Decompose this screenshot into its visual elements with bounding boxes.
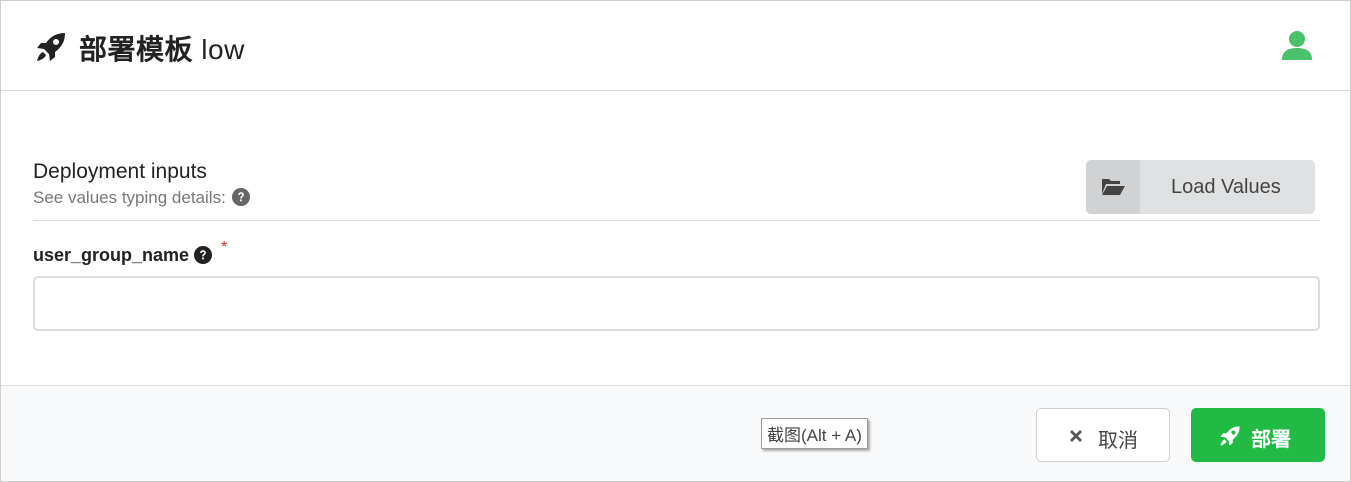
cancel-label: 取消 (1098, 430, 1138, 452)
close-icon (1070, 430, 1082, 442)
load-values-icon-area (1086, 160, 1140, 214)
required-marker: * (221, 239, 228, 256)
folder-open-icon (1102, 179, 1125, 195)
modal-header: 部署模板 low (1, 1, 1350, 91)
modal-footer: 截图(Alt + A) 取消 部署 (1, 385, 1350, 481)
load-values-label: Load Values (1171, 176, 1281, 198)
rocket-icon (1220, 426, 1240, 446)
screenshot-tooltip: 截图(Alt + A) (761, 418, 868, 449)
modal-title-text: 部署模板 (79, 34, 194, 65)
blueprint-name: low (201, 34, 245, 65)
section-subtitle: See values typing details: (33, 188, 250, 208)
section-title: Deployment inputs (33, 160, 207, 183)
user-icon[interactable] (1281, 29, 1313, 61)
question-circle-icon[interactable] (231, 188, 250, 206)
field-label-text: user_group_name (33, 245, 190, 265)
section-subtitle-text: See values typing details: (33, 188, 226, 207)
section-divider (33, 220, 1320, 221)
load-values-button[interactable]: Load Values (1086, 160, 1315, 214)
rocket-icon (37, 33, 65, 61)
cancel-button[interactable]: 取消 (1036, 408, 1170, 462)
user-group-name-input[interactable] (33, 276, 1320, 331)
modal-title: 部署模板 low (79, 28, 245, 68)
field-label-user-group-name: user_group_name (33, 245, 213, 266)
deploy-modal: 部署模板 low Deployment inputs See values ty… (0, 0, 1351, 482)
deploy-button[interactable]: 部署 (1191, 408, 1325, 462)
question-circle-icon[interactable] (194, 246, 213, 264)
deploy-label: 部署 (1251, 429, 1291, 451)
